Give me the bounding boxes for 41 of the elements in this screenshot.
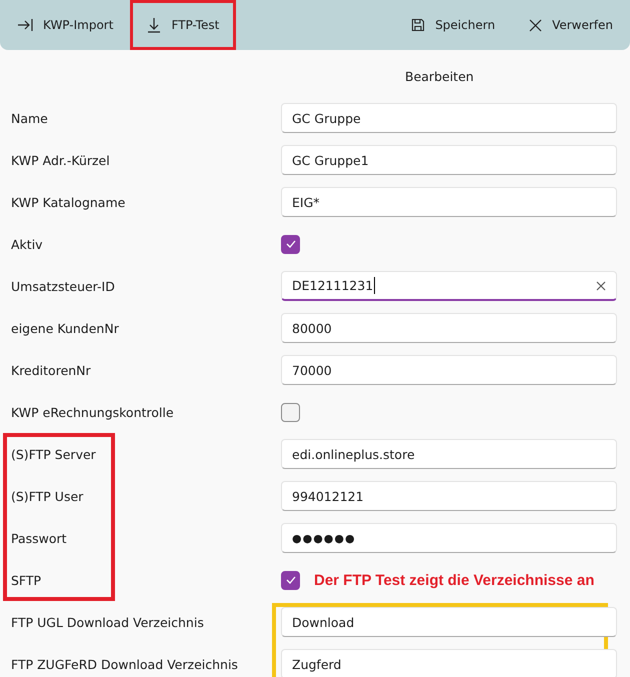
text-field[interactable]: EIG* xyxy=(281,187,617,217)
save-icon xyxy=(411,18,426,32)
text-field[interactable]: DE12111231 xyxy=(281,271,617,301)
download-icon xyxy=(147,17,162,33)
text-field[interactable]: 70000 xyxy=(281,355,617,385)
checkbox[interactable] xyxy=(281,234,300,254)
import-icon xyxy=(17,18,33,32)
ftp-test-button[interactable]: FTP-Test xyxy=(130,0,236,50)
section-title: Bearbeiten xyxy=(405,69,474,86)
field-label: SFTP xyxy=(11,572,42,588)
text-field[interactable]: Download xyxy=(281,607,617,637)
password-field[interactable]: ●●●●●● xyxy=(281,523,617,553)
field-label: Name xyxy=(11,110,48,126)
annotation-note: Der FTP Test zeigt die Verzeichnisse an xyxy=(314,572,594,588)
text-field[interactable]: GC Gruppe xyxy=(281,103,617,133)
field-label: eigene KundenNr xyxy=(11,320,119,336)
text-field[interactable]: 994012121 xyxy=(281,481,617,511)
field-label: KWP eRechnungskontrolle xyxy=(11,404,174,420)
save-button[interactable]: Speichern xyxy=(394,0,512,50)
checkmark-icon xyxy=(284,239,296,249)
field-label: KWP Katalogname xyxy=(11,194,126,210)
field-label: Umsatzsteuer-ID xyxy=(11,278,115,294)
checkmark-icon xyxy=(284,575,296,585)
field-label: Aktiv xyxy=(11,236,43,252)
import-button[interactable]: KWP-Import xyxy=(0,0,130,50)
field-label: KreditorenNr xyxy=(11,362,91,378)
field-label: (S)FTP Server xyxy=(11,446,96,462)
field-label: FTP ZUGFeRD Download Verzeichnis xyxy=(11,656,238,672)
text-field[interactable]: GC Gruppe1 xyxy=(281,145,617,175)
discard-button[interactable]: Verwerfen xyxy=(512,0,630,50)
field-label: FTP UGL Download Verzeichnis xyxy=(11,614,204,630)
text-field[interactable]: Zugferd xyxy=(281,649,617,677)
checkbox[interactable] xyxy=(281,570,300,590)
close-icon xyxy=(529,18,542,32)
text-field[interactable]: 80000 xyxy=(281,313,617,343)
field-label: (S)FTP User xyxy=(11,488,84,504)
clear-icon[interactable] xyxy=(596,280,606,290)
text-field[interactable]: edi.onlineplus.store xyxy=(281,439,617,469)
field-label: Passwort xyxy=(11,530,67,546)
checkbox[interactable] xyxy=(281,402,300,422)
field-label: KWP Adr.-Kürzel xyxy=(11,152,110,168)
